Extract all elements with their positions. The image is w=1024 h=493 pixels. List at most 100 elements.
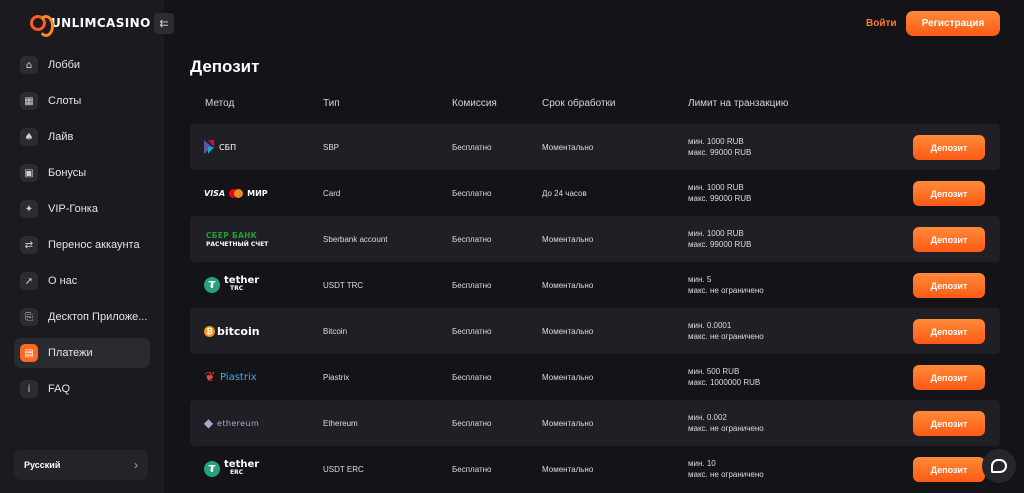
- ethereum-icon: ◆: [203, 416, 214, 430]
- sidebar-item-label: Платежи: [48, 347, 93, 359]
- method-type: USDT ERC: [323, 464, 364, 474]
- sidebar-nav: ⌂ Лобби ▦ Слоты ♠ Лайв ▣ Бонусы ✦ VIP-Гонка ⇄ Перен…: [14, 50, 150, 410]
- limit-value: мин. 1000 RUB макс. 99000 RUB: [688, 124, 751, 170]
- method-type: Piastrix: [323, 372, 350, 382]
- processing-time: Моментально: [542, 464, 594, 474]
- method-logo-text: ethereum: [217, 418, 260, 428]
- method-logo: ❦ Piastrix: [204, 354, 257, 400]
- limit-value: мин. 0.0001 макс. не ограничено: [688, 308, 764, 354]
- fee-value: Бесплатно: [452, 280, 492, 290]
- processing-time: Моментально: [542, 326, 594, 336]
- limit-min: мин. 0.0001: [688, 321, 732, 330]
- deposit-button[interactable]: Депозит: [913, 457, 985, 482]
- limit-value: мин. 500 RUB макс. 1000000 RUB: [688, 354, 760, 400]
- sberbank-logo: СБЕР БАНК: [206, 230, 258, 240]
- fee-value: Бесплатно: [452, 326, 492, 336]
- sidebar-item-6[interactable]: ➚ О нас: [14, 266, 150, 296]
- column-type: Тип: [323, 98, 340, 109]
- deposit-button[interactable]: Депозит: [913, 411, 985, 436]
- table-header: Метод Тип Комиссия Срок обработки Лимит …: [190, 98, 1000, 112]
- collapse-icon: ⇇: [159, 18, 169, 30]
- bonus-icon: ▣: [20, 164, 38, 182]
- method-type: Sberbank account: [323, 234, 388, 244]
- page-title: Депозит: [190, 57, 260, 76]
- deposit-table: СБП SBP Бесплатно Моментально мин. 1000 RUB м…: [190, 124, 1000, 492]
- piastrix-icon: ❦: [204, 369, 216, 385]
- table-row: ₿ bitcoin Bitcoin Бесплатно Моментально мин. …: [190, 308, 1000, 354]
- language-label: Русский: [24, 460, 61, 470]
- fee-value: Бесплатно: [452, 188, 492, 198]
- spade-icon: ♠: [20, 128, 38, 146]
- limit-value: мин. 0.002 макс. не ограничено: [688, 400, 764, 446]
- limit-max: макс. 99000 RUB: [688, 194, 752, 203]
- table-row: СБЕР БАНК РАСЧЕТНЫЙ СЧЕТ Sberbank account Б…: [190, 216, 1000, 262]
- sidebar-item-7[interactable]: ⎘ Десктоп Приложе...: [14, 302, 150, 332]
- sidebar-item-2[interactable]: ♠ Лайв: [14, 122, 150, 152]
- fee-value: Бесплатно: [452, 142, 492, 152]
- limit-max: макс. не ограничено: [688, 332, 764, 341]
- sidebar-item-label: Слоты: [48, 95, 82, 107]
- method-logo: СБП: [204, 124, 236, 170]
- limit-min: мин. 10: [688, 459, 716, 468]
- limit-min: мин. 1000 RUB: [688, 137, 744, 146]
- processing-time: Моментально: [542, 372, 594, 382]
- sidebar-item-1[interactable]: ▦ Слоты: [14, 86, 150, 116]
- method-logo: ₮ tether ERC: [204, 446, 259, 492]
- logo-text: UNLIMCASINO: [51, 16, 151, 30]
- slots-icon: ▦: [20, 92, 38, 110]
- method-logo: ₮ tether TRC: [204, 262, 259, 308]
- limit-min: мин. 500 RUB: [688, 367, 740, 376]
- table-row: СБП SBP Бесплатно Моментально мин. 1000 RUB м…: [190, 124, 1000, 170]
- deposit-button[interactable]: Депозит: [913, 319, 985, 344]
- tether-icon: ₮: [204, 277, 220, 293]
- chat-button[interactable]: [982, 449, 1016, 483]
- tether-icon: ₮: [204, 461, 220, 477]
- method-type: Ethereum: [323, 418, 358, 428]
- processing-time: Моментально: [542, 234, 594, 244]
- rocket-icon: ➚: [20, 272, 38, 290]
- logo[interactable]: UNLIMCASINO: [30, 15, 151, 37]
- sidebar-item-3[interactable]: ▣ Бонусы: [14, 158, 150, 188]
- processing-time: Моментально: [542, 142, 594, 152]
- deposit-button[interactable]: Депозит: [913, 273, 985, 298]
- method-logo-text: Piastrix: [220, 371, 257, 383]
- deposit-button[interactable]: Депозит: [913, 365, 985, 390]
- fee-value: Бесплатно: [452, 418, 492, 428]
- sberbank-subtitle: РАСЧЕТНЫЙ СЧЕТ: [206, 240, 269, 248]
- sidebar-item-5[interactable]: ⇄ Перенос аккаунта: [14, 230, 150, 260]
- limit-max: макс. не ограничено: [688, 470, 764, 479]
- deposit-button[interactable]: Депозит: [913, 181, 985, 206]
- limit-max: макс. 1000000 RUB: [688, 378, 761, 387]
- deposit-button[interactable]: Депозит: [913, 135, 985, 160]
- login-link[interactable]: Войти: [866, 18, 897, 29]
- desktop-icon: ⎘: [20, 308, 38, 326]
- table-row: ₮ tether TRC USDT TRC Бесплатно Моментально ми…: [190, 262, 1000, 308]
- sidebar: UNLIMCASINO ⌂ Лобби ▦ Слоты ♠ Лайв ▣ Бонусы ✦ VIP…: [0, 0, 164, 493]
- limit-max: макс. не ограничено: [688, 424, 764, 433]
- sidebar-item-label: Лобби: [48, 59, 81, 71]
- deposit-button[interactable]: Депозит: [913, 227, 985, 252]
- sidebar-item-8[interactable]: ▤ Платежи: [14, 338, 150, 368]
- vip-icon: ✦: [20, 200, 38, 218]
- sidebar-item-label: VIP-Гонка: [48, 203, 98, 215]
- sbp-icon: [204, 140, 215, 154]
- tether-network: TRC: [230, 285, 244, 292]
- sidebar-item-9[interactable]: i FAQ: [14, 374, 150, 404]
- limit-min: мин. 5: [688, 275, 712, 284]
- collapse-sidebar-button[interactable]: ⇇: [154, 13, 174, 34]
- visa-logo: VISA: [204, 188, 226, 198]
- sidebar-item-4[interactable]: ✦ VIP-Гонка: [14, 194, 150, 224]
- processing-time: До 24 часов: [542, 188, 587, 198]
- method-logo: ₿ bitcoin: [204, 308, 260, 354]
- sidebar-item-0[interactable]: ⌂ Лобби: [14, 50, 150, 80]
- mir-logo: МИР: [247, 188, 268, 198]
- limit-max: макс. 99000 RUB: [688, 148, 752, 157]
- register-button[interactable]: Регистрация: [906, 11, 1000, 36]
- language-selector[interactable]: Русский ›: [14, 450, 148, 480]
- limit-value: мин. 5 макс. не ограничено: [688, 262, 764, 308]
- info-icon: i: [20, 380, 38, 398]
- limit-max: макс. не ограничено: [688, 286, 764, 295]
- logo-icon: [30, 15, 54, 37]
- method-type: USDT TRC: [323, 280, 364, 290]
- limit-min: мин. 1000 RUB: [688, 229, 744, 238]
